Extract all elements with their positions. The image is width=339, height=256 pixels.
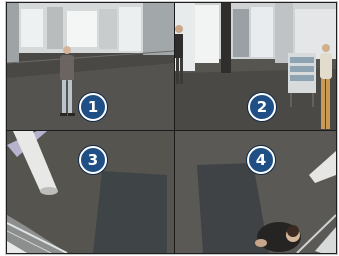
camera-quad-view: 1 2 3 4 — [6, 2, 337, 254]
camera-number-badge-1: 1 — [79, 93, 107, 121]
camera-grid: 1 2 3 4 — [7, 3, 336, 253]
camera-view-4[interactable]: 4 — [175, 131, 336, 253]
camera-number-badge-3: 3 — [79, 146, 107, 174]
camera-view-3[interactable]: 3 — [7, 131, 174, 253]
camera-view-2[interactable]: 2 — [175, 3, 336, 130]
camera-view-1[interactable]: 1 — [7, 3, 174, 130]
camera-number-badge-4: 4 — [247, 146, 275, 174]
camera-number-badge-2: 2 — [248, 93, 276, 121]
